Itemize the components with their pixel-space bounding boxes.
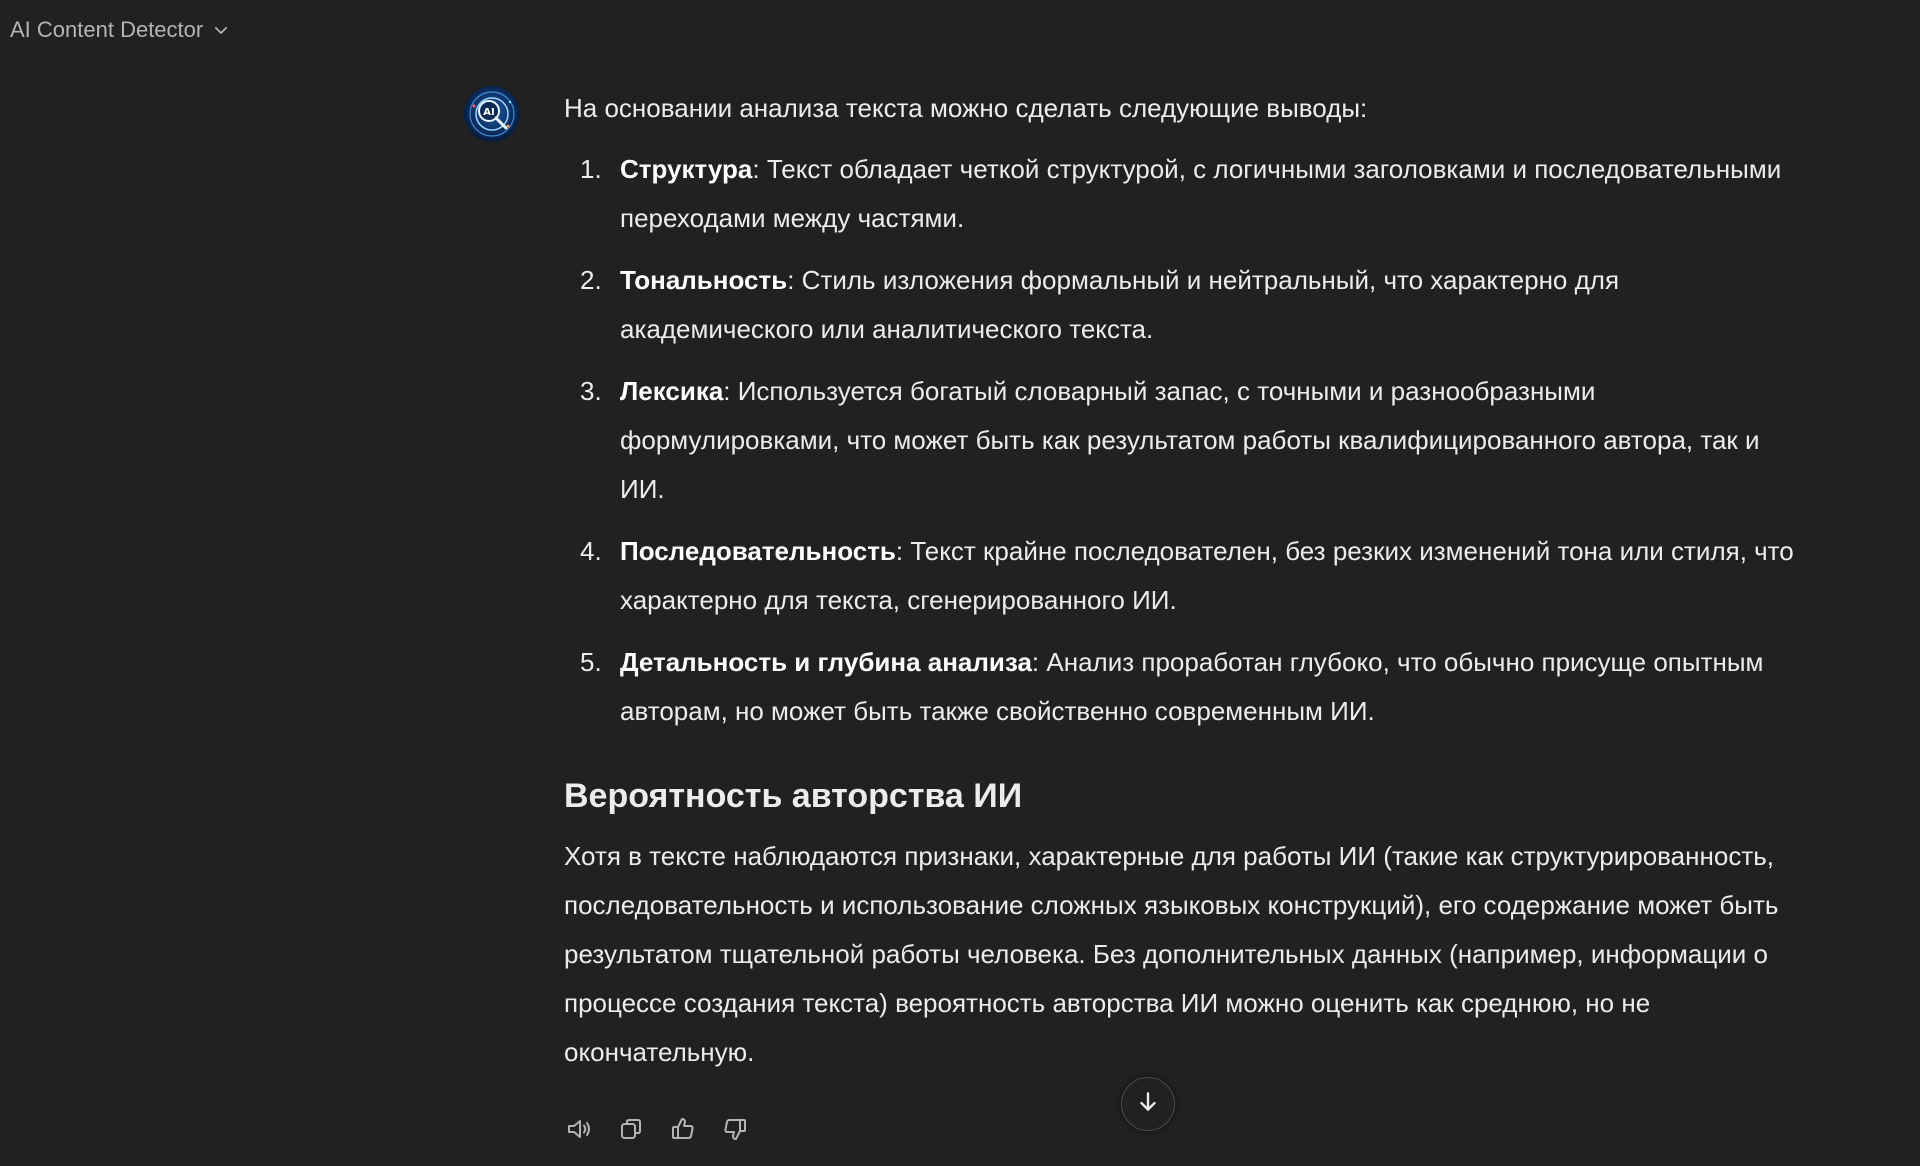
message-content: На основании анализа текста можно сделат… — [564, 84, 1799, 1077]
list-item-text: : Используется богатый словарный запас, … — [620, 376, 1760, 504]
list-item-title: Лексика — [620, 376, 724, 406]
copy-button[interactable] — [616, 1116, 646, 1146]
thumbs-up-icon — [669, 1115, 697, 1148]
list-item: 2. Тональность: Стиль изложения формальны… — [564, 256, 1799, 354]
arrow-down-icon — [1135, 1089, 1161, 1120]
list-item: 3. Лексика: Используется богатый словарны… — [564, 367, 1799, 514]
chevron-down-icon — [211, 20, 231, 40]
header: AI Content Detector — [0, 0, 233, 60]
list-number: 3. — [580, 376, 602, 406]
list-item-text: : Текст обладает четкой структурой, с ло… — [620, 154, 1782, 233]
copy-icon — [617, 1115, 645, 1148]
list-item-title: Тональность — [620, 265, 788, 295]
intro-text: На основании анализа текста можно сделат… — [564, 93, 1368, 123]
list-number: 1. — [580, 154, 602, 184]
speaker-icon — [565, 1115, 593, 1148]
read-aloud-button[interactable] — [564, 1116, 594, 1146]
list-number: 2. — [580, 265, 602, 295]
model-name: AI Content Detector — [10, 17, 204, 42]
list-item-title: Структура — [620, 154, 753, 184]
thumbs-down-icon — [721, 1115, 749, 1148]
good-response-button[interactable] — [668, 1116, 698, 1146]
list-item: 4. Последовательность: Текст крайне после… — [564, 527, 1799, 625]
assistant-avatar: AI — [464, 86, 520, 142]
list-number: 4. — [580, 536, 602, 566]
list-item-title: Последовательность — [620, 536, 896, 566]
list-number: 5. — [580, 647, 602, 677]
findings-list: 1. Структура: Текст обладает четкой струк… — [564, 145, 1799, 736]
scroll-to-bottom-button[interactable] — [1121, 1077, 1175, 1131]
message-actions — [564, 1116, 750, 1146]
list-item: 1. Структура: Текст обладает четкой струк… — [564, 145, 1799, 243]
list-item-title: Детальность и глубина анализа — [620, 647, 1032, 677]
model-selector[interactable]: AI Content Detector — [8, 13, 233, 47]
chat-window: AI Content Detector AI На основании анал… — [0, 0, 1920, 1166]
list-item: 5. Детальность и глубина анализа: Анализ … — [564, 638, 1799, 736]
conclusion-text: Хотя в тексте наблюдаются признаки, хара… — [564, 841, 1779, 1067]
bad-response-button[interactable] — [720, 1116, 750, 1146]
section-heading: Вероятность авторства ИИ — [564, 777, 1023, 815]
avatar-label: AI — [483, 107, 494, 118]
